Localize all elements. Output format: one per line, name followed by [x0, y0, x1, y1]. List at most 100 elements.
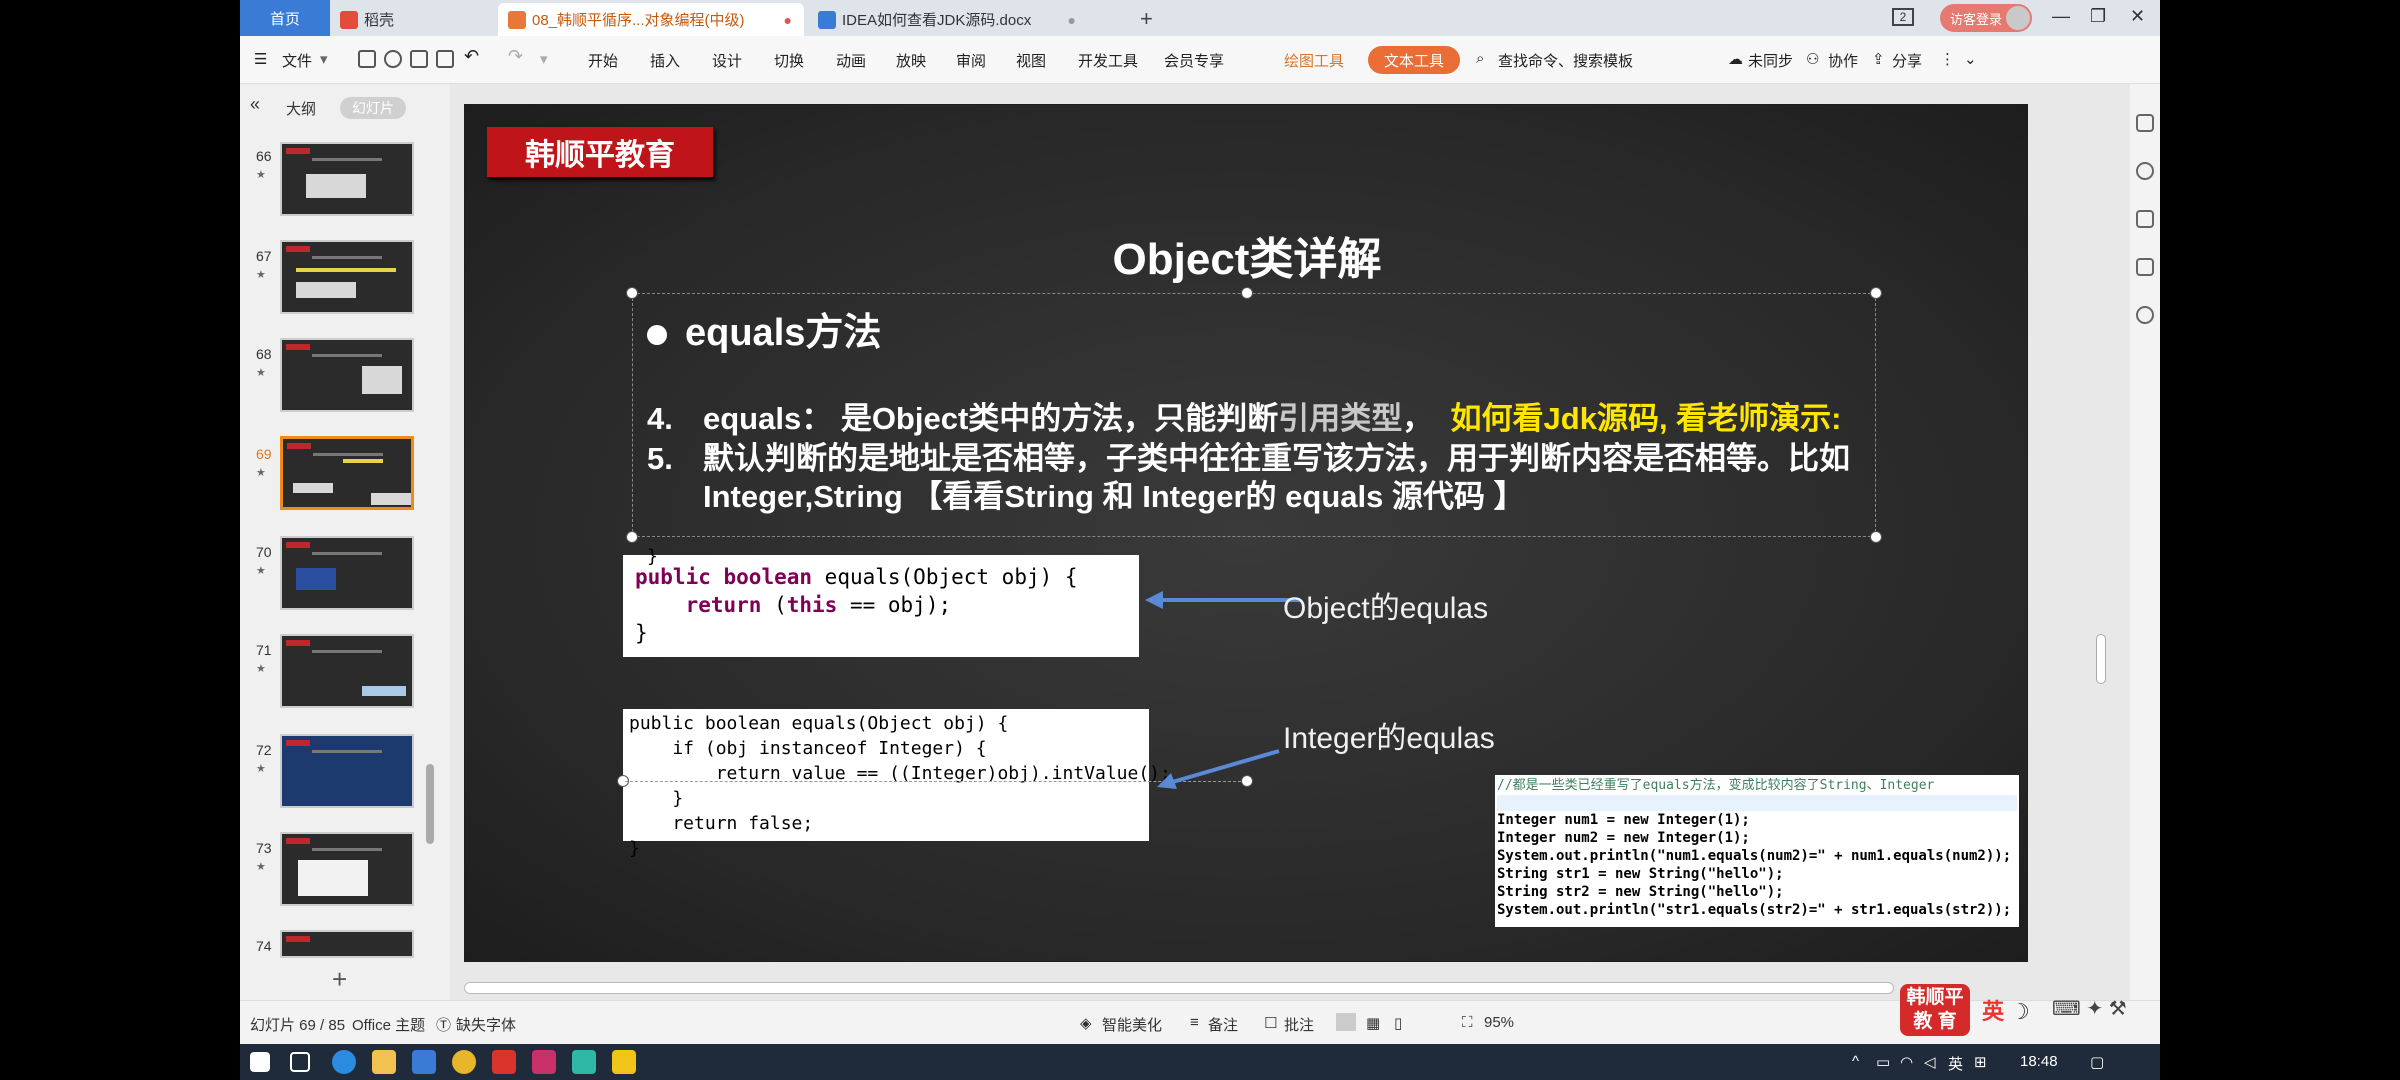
collapse-panel-icon[interactable]: « — [250, 94, 260, 115]
slide-thumbnail-selected[interactable] — [280, 436, 414, 510]
ime-mode-icon[interactable]: ⊞ — [1974, 1053, 1987, 1071]
battery-icon[interactable]: ▭ — [1876, 1053, 1890, 1071]
tab-outline[interactable]: 大纲 — [286, 98, 316, 119]
chrome-icon[interactable] — [452, 1050, 476, 1074]
resize-handle[interactable] — [1870, 287, 1882, 299]
notification-icon[interactable]: ▢ — [2090, 1053, 2104, 1071]
tab-document[interactable]: IDEA如何查看JDK源码.docx ● — [808, 3, 1088, 36]
canvas-vertical-scrollbar[interactable] — [2096, 634, 2106, 684]
print-icon[interactable] — [410, 50, 428, 68]
select-icon[interactable] — [2136, 114, 2154, 132]
menu-developer[interactable]: 开发工具 — [1078, 50, 1138, 71]
clock[interactable]: 18:48 — [2020, 1053, 2058, 1070]
zoom-level[interactable]: 95% — [1484, 1014, 1514, 1031]
slide-thumbnail[interactable] — [280, 240, 414, 314]
menu-insert[interactable]: 插入 — [650, 50, 680, 71]
share-button[interactable]: 分享 — [1892, 50, 1922, 71]
menu-text-tool[interactable]: 文本工具 — [1368, 46, 1460, 74]
normal-view-icon[interactable] — [1336, 1013, 1356, 1031]
redo-dropdown-icon[interactable]: ▾ — [540, 50, 548, 68]
sync-status[interactable]: 未同步 — [1748, 50, 1793, 71]
tab-presentation[interactable]: 08_韩顺平循序...对象编程(中级) ● — [498, 3, 804, 36]
notes-app-icon[interactable] — [612, 1050, 636, 1074]
slide-thumbnail[interactable] — [280, 634, 414, 708]
volume-icon[interactable]: ◁ — [1924, 1053, 1936, 1071]
comments-button[interactable]: 批注 — [1284, 1014, 1314, 1035]
close-icon[interactable]: ✕ — [2130, 6, 2145, 27]
redo-icon[interactable]: ↷ — [508, 46, 523, 67]
tab-slides[interactable]: 幻灯片 — [340, 97, 406, 119]
login-button[interactable]: 访客登录 — [1940, 4, 2032, 32]
hamburger-icon[interactable]: ☰ — [254, 50, 267, 68]
file-dropdown-chevron-icon[interactable]: ▾ — [320, 50, 328, 68]
menu-file[interactable]: 文件 — [282, 50, 312, 71]
window-count-badge[interactable]: 2 — [1892, 8, 1914, 26]
collab-button[interactable]: 协作 — [1828, 50, 1858, 71]
windows-start-icon[interactable] — [250, 1052, 270, 1072]
menu-member[interactable]: 会员专享 — [1164, 50, 1224, 71]
smart-beautify-button[interactable]: 智能美化 — [1102, 1014, 1162, 1035]
animation-icon[interactable] — [2136, 210, 2154, 228]
intellij-icon[interactable] — [532, 1050, 556, 1074]
tab-home[interactable]: 首页 — [240, 0, 330, 36]
menu-start[interactable]: 开始 — [588, 50, 618, 71]
slide[interactable]: 韩顺平教育 Object类详解 equals方法 4. equals： 是Obje… — [464, 104, 2028, 962]
help-icon[interactable] — [2136, 306, 2154, 324]
canvas-horizontal-scrollbar[interactable] — [464, 982, 1894, 994]
integer-equals-code[interactable]: public boolean equals(Object obj) { if (… — [623, 709, 1171, 859]
menu-slideshow[interactable]: 放映 — [896, 50, 926, 71]
collapse-ribbon-chevron-icon[interactable]: ⌄ — [1964, 50, 1977, 68]
undo-icon[interactable]: ↶ — [464, 46, 479, 67]
sorter-view-icon[interactable]: ▦ — [1366, 1014, 1380, 1032]
slide-thumbnail[interactable] — [280, 832, 414, 906]
menu-transition[interactable]: 切换 — [774, 50, 804, 71]
xmind-icon[interactable] — [492, 1050, 516, 1074]
object-equals-code[interactable]: } public boolean equals(Object obj) { ret… — [623, 546, 1139, 657]
slide-thumbnail[interactable] — [280, 338, 414, 412]
unsaved-dot-icon[interactable]: ● — [784, 12, 792, 28]
ime-indicator[interactable]: 英 ☽ — [1982, 994, 2030, 1026]
command-search-input[interactable]: 查找命令、搜索模板 — [1498, 50, 1633, 71]
resize-handle[interactable] — [626, 531, 638, 543]
slide-thumbnail[interactable] — [280, 930, 414, 958]
menu-drawing-tool[interactable]: 绘图工具 — [1284, 50, 1344, 71]
slide-thumbnail[interactable] — [280, 142, 414, 216]
missing-font-button[interactable]: 缺失字体 — [456, 1014, 516, 1035]
wifi-icon[interactable]: ◠ — [1900, 1053, 1913, 1071]
thumbnail-scrollbar[interactable] — [426, 764, 434, 844]
menu-review[interactable]: 审阅 — [956, 50, 986, 71]
slide-thumbnail[interactable] — [280, 734, 414, 808]
output-icon[interactable] — [384, 50, 402, 68]
restore-icon[interactable]: ❐ — [2090, 6, 2106, 27]
slide-title[interactable]: Object类详解 — [465, 223, 2027, 287]
demo-code[interactable]: //都是一些类已经重写了equals方法，变成比较内容了String、Integ… — [1495, 775, 2019, 927]
tab-document-dot-icon[interactable]: ● — [1068, 12, 1076, 28]
tab-daoke[interactable]: 稻壳 — [330, 3, 500, 36]
notes-button[interactable]: 备注 — [1208, 1014, 1238, 1035]
slide-thumbnail[interactable] — [280, 536, 414, 610]
more-icon[interactable]: ⋮ — [1940, 50, 1955, 68]
minimize-icon[interactable]: — — [2052, 6, 2070, 27]
add-slide-icon[interactable]: + — [332, 964, 347, 995]
menu-view[interactable]: 视图 — [1016, 50, 1046, 71]
tray-chevron-icon[interactable]: ^ — [1852, 1053, 1859, 1070]
resize-handle[interactable] — [1870, 531, 1882, 543]
menu-animation[interactable]: 动画 — [836, 50, 866, 71]
ime-tools-icon[interactable]: ⌨ ✦ ⚒ — [2052, 996, 2127, 1021]
save-icon[interactable] — [358, 50, 376, 68]
menu-design[interactable]: 设计 — [712, 50, 742, 71]
edge-browser-icon[interactable] — [332, 1050, 356, 1074]
reading-view-icon[interactable]: ▯ — [1394, 1014, 1402, 1032]
file-explorer-icon[interactable] — [372, 1050, 396, 1074]
resize-handle[interactable] — [1241, 287, 1253, 299]
theme-name[interactable]: Office 主题 — [352, 1014, 425, 1035]
task-view-icon[interactable] — [290, 1052, 310, 1072]
wps-icon[interactable] — [412, 1050, 436, 1074]
taskbar-ime[interactable]: 英 — [1948, 1053, 1963, 1074]
new-tab-plus-icon[interactable]: + — [1140, 6, 1153, 32]
print-preview-icon[interactable] — [436, 50, 454, 68]
camtasia-icon[interactable] — [572, 1050, 596, 1074]
resize-handle[interactable] — [626, 287, 638, 299]
fit-window-icon[interactable]: ⛶ — [1462, 1014, 1473, 1031]
transition-icon[interactable] — [2136, 258, 2154, 276]
